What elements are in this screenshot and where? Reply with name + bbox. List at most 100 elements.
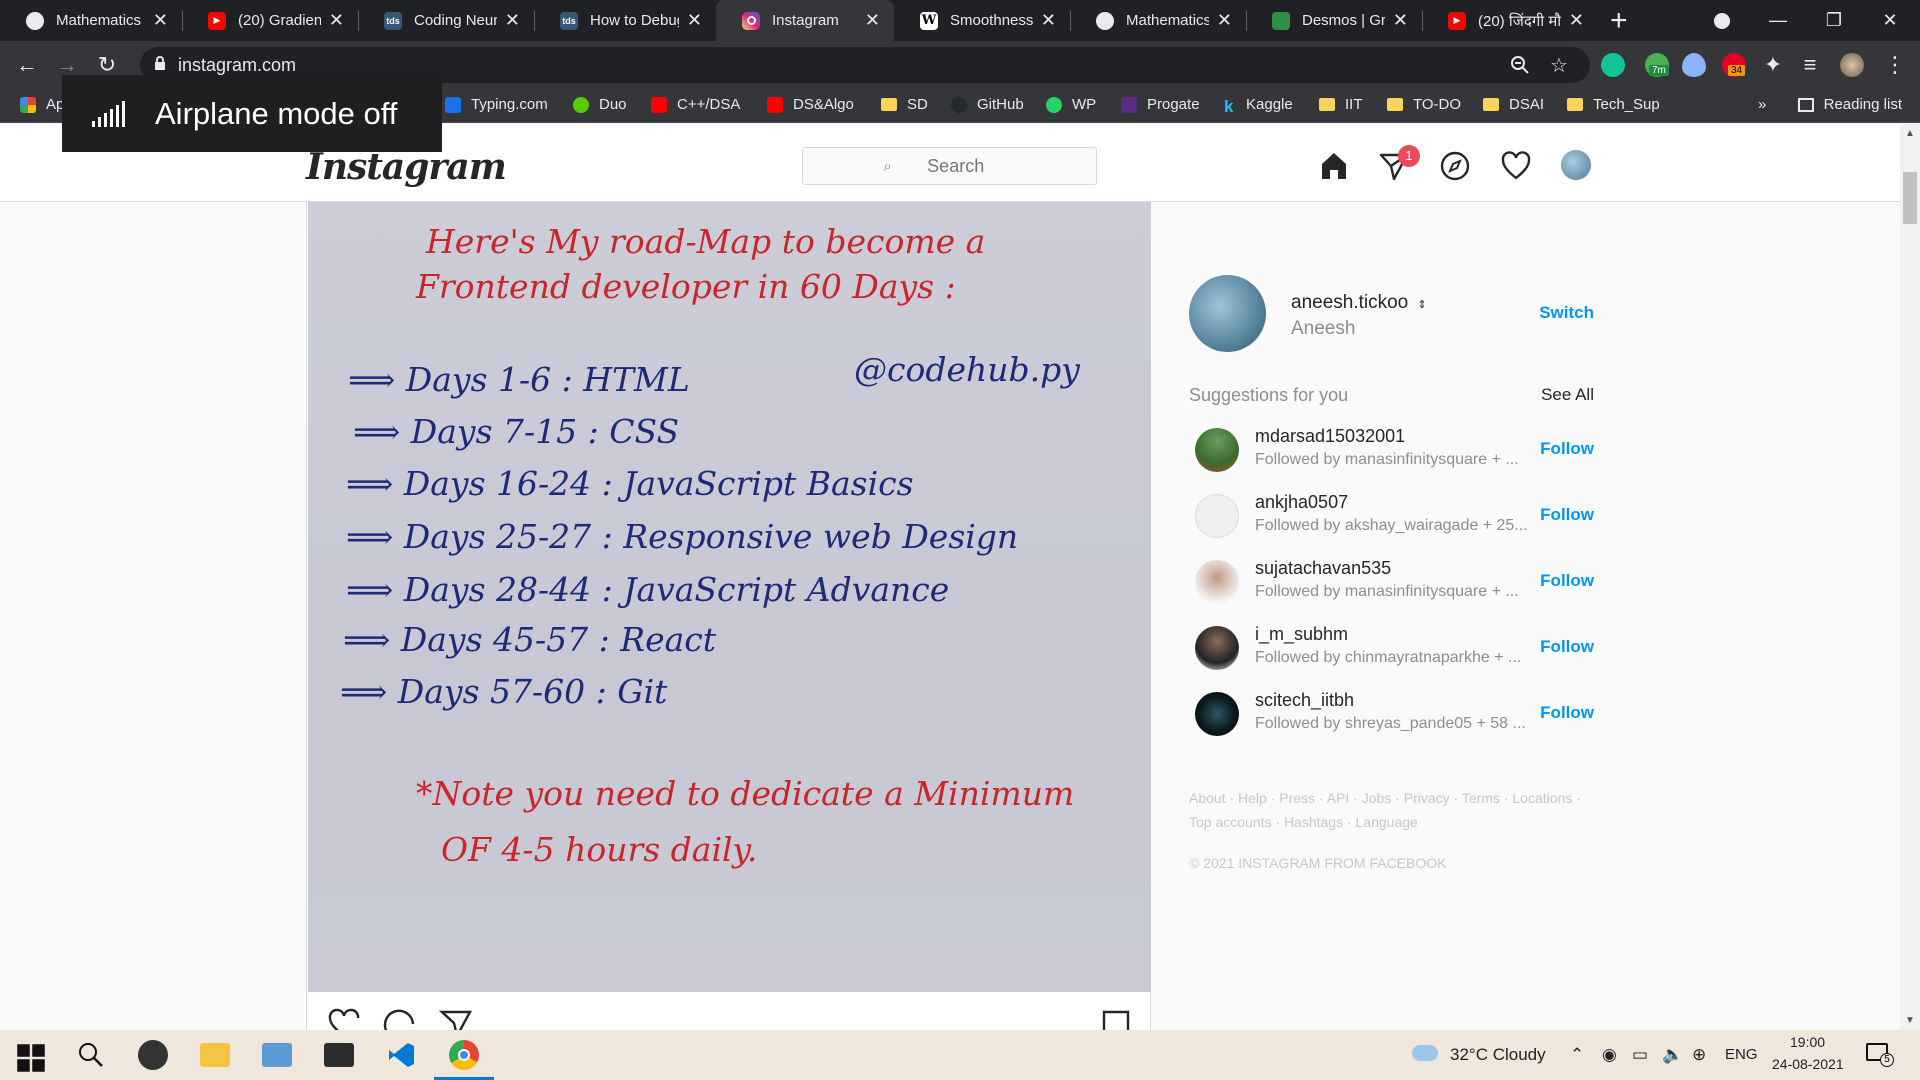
scroll-up-icon[interactable]: ▲ [1905,128,1915,139]
explore-compass-icon[interactable] [1439,150,1471,182]
timer-extension-icon[interactable]: 7m [1645,53,1669,77]
windows-start-icon[interactable] [16,1043,46,1073]
bookmark-todo[interactable]: TO-DO [1387,96,1461,113]
bookmark-progate[interactable]: Progate [1121,96,1200,113]
bookmarks-overflow-button[interactable]: » [1758,96,1766,113]
zoom-icon[interactable] [1510,55,1530,75]
tab-mathematics-2[interactable]: Mathematics f ✕ [1070,0,1246,41]
bookmark-duo[interactable]: Duo [573,96,627,113]
bookmark-iit[interactable]: IIT [1319,96,1363,113]
post-image[interactable]: Here's My road-Map to become a Frontend … [308,202,1151,992]
eye-extension-icon[interactable] [1682,53,1706,77]
footer-links-line2[interactable]: Top accounts · Hashtags · Language [1189,810,1594,834]
suggestion-username[interactable]: sujatachavan535 [1255,558,1391,579]
tab-gradient[interactable]: ▶ (20) Gradient ( ✕ [182,0,358,41]
suggestion-avatar[interactable] [1195,692,1239,736]
search-taskbar-icon[interactable] [76,1040,106,1070]
terminal-icon[interactable] [324,1043,354,1067]
bookmark-github[interactable]: GitHub [951,96,1024,113]
current-user-avatar[interactable] [1189,275,1266,352]
clock-date[interactable]: 24-08-2021 [1772,1056,1844,1072]
suggestion-avatar[interactable] [1195,626,1239,670]
obs-app-icon[interactable] [138,1040,168,1070]
suggestion-username[interactable]: ankjha0507 [1255,492,1348,513]
follow-button[interactable]: Follow [1540,703,1594,723]
tab-youtube-song[interactable]: ▶ (20) जिंदगी मौत ✕ [1422,0,1598,41]
close-icon[interactable]: ✕ [1569,10,1584,31]
new-tab-button[interactable]: + [1610,4,1628,38]
bookmark-dsai[interactable]: DSAI [1483,96,1544,113]
tab-desmos[interactable]: Desmos | Grap ✕ [1246,0,1422,41]
bookmark-tech-sup[interactable]: Tech_Sup [1567,96,1660,113]
page-scrollbar[interactable]: ▲ ▼ [1900,124,1920,1030]
pinterest-extension-icon[interactable]: 34 [1722,53,1746,77]
suggestion-username[interactable]: i_m_subhm [1255,624,1348,645]
globe-language-icon[interactable]: ⊕ [1692,1045,1706,1065]
follow-button[interactable]: Follow [1540,439,1594,459]
bookmark-apps[interactable]: Ap [20,96,64,113]
weather-text[interactable]: 32°C Cloudy [1450,1045,1546,1065]
tab-instagram[interactable]: Instagram ✕ [716,0,894,41]
switch-account-button[interactable]: Switch [1539,303,1594,323]
record-icon[interactable]: ◉ [1602,1045,1617,1065]
follow-button[interactable]: Follow [1540,637,1594,657]
reading-list-button[interactable]: Reading list [1797,96,1902,113]
suggestion-avatar[interactable] [1195,428,1239,472]
network-app-icon[interactable] [262,1043,292,1067]
tab-coding-neural[interactable]: tds Coding Neural ✕ [358,0,534,41]
bookmark-kaggle[interactable]: k Kaggle [1224,96,1293,116]
scrollbar-thumb[interactable] [1903,172,1917,224]
bookmark-cpp-dsa[interactable]: C++/DSA [651,96,740,113]
vscode-icon[interactable] [386,1040,416,1070]
chrome-menu-icon[interactable]: ⋮ [1880,50,1910,80]
extensions-puzzle-icon[interactable]: ✦ [1758,50,1788,80]
heart-activity-icon[interactable] [1500,150,1532,182]
suggestion-username[interactable]: mdarsad15032001 [1255,426,1405,447]
clock-time[interactable]: 19:00 [1790,1034,1825,1050]
back-icon[interactable]: ← [12,50,42,80]
scroll-down-icon[interactable]: ▼ [1905,1015,1915,1026]
close-icon[interactable]: ✕ [505,10,520,31]
close-icon[interactable]: ✕ [153,10,168,31]
close-icon[interactable]: ✕ [1217,10,1232,31]
follow-button[interactable]: Follow [1540,571,1594,591]
instagram-logo[interactable]: Instagram [306,146,507,188]
tray-overflow-icon[interactable]: ⌃ [1570,1045,1584,1065]
bookmark-sd[interactable]: SD [881,96,928,113]
account-chevron-icon[interactable]: ⇕ [1418,299,1427,311]
suggestion-avatar[interactable] [1195,494,1239,538]
tab-search-icon[interactable] [1692,0,1752,41]
tab-smoothness[interactable]: W Smoothness - ✕ [894,0,1070,41]
profile-avatar[interactable] [1561,150,1591,180]
footer-links[interactable]: About · Help · Press · API · Jobs · Priv… [1189,786,1594,834]
tab-mathematics-1[interactable]: Mathematics f ✕ [0,0,182,41]
restore-icon[interactable]: ❐ [1804,0,1864,41]
suggestion-username[interactable]: scitech_iitbh [1255,690,1354,711]
profile-avatar-icon[interactable] [1840,53,1864,77]
file-explorer-icon[interactable] [200,1043,230,1067]
home-icon[interactable] [1318,150,1350,182]
follow-button[interactable]: Follow [1540,505,1594,525]
current-username[interactable]: aneesh.tickoo ⇕ [1291,292,1427,314]
bookmark-star-icon[interactable]: ☆ [1550,53,1568,78]
close-icon[interactable]: ✕ [1393,10,1408,31]
see-all-link[interactable]: See All [1541,385,1594,405]
bookmark-dsalgo[interactable]: DS&Algo [767,96,854,113]
language-indicator[interactable]: ENG [1725,1046,1758,1063]
tab-how-to-debug[interactable]: tds How to Debug ✕ [534,0,716,41]
battery-icon[interactable]: ▭ [1632,1045,1648,1065]
notifications-icon[interactable]: 5 [1866,1043,1894,1067]
close-icon[interactable]: ✕ [687,10,702,31]
suggestion-avatar[interactable] [1195,560,1239,604]
weather-icon[interactable] [1412,1045,1438,1061]
volume-icon[interactable]: 🔈 [1662,1045,1683,1065]
search-box[interactable]: ⌕ [802,147,1097,185]
footer-links-line1[interactable]: About · Help · Press · API · Jobs · Priv… [1189,786,1594,810]
close-icon[interactable]: ✕ [1041,10,1056,31]
minimize-icon[interactable]: — [1748,0,1808,41]
chrome-taskbar-icon[interactable] [449,1040,479,1070]
close-icon[interactable]: ✕ [329,10,344,31]
bookmark-wp[interactable]: WP [1046,96,1096,113]
close-window-icon[interactable]: ✕ [1860,0,1920,41]
close-icon[interactable]: ✕ [865,10,880,31]
